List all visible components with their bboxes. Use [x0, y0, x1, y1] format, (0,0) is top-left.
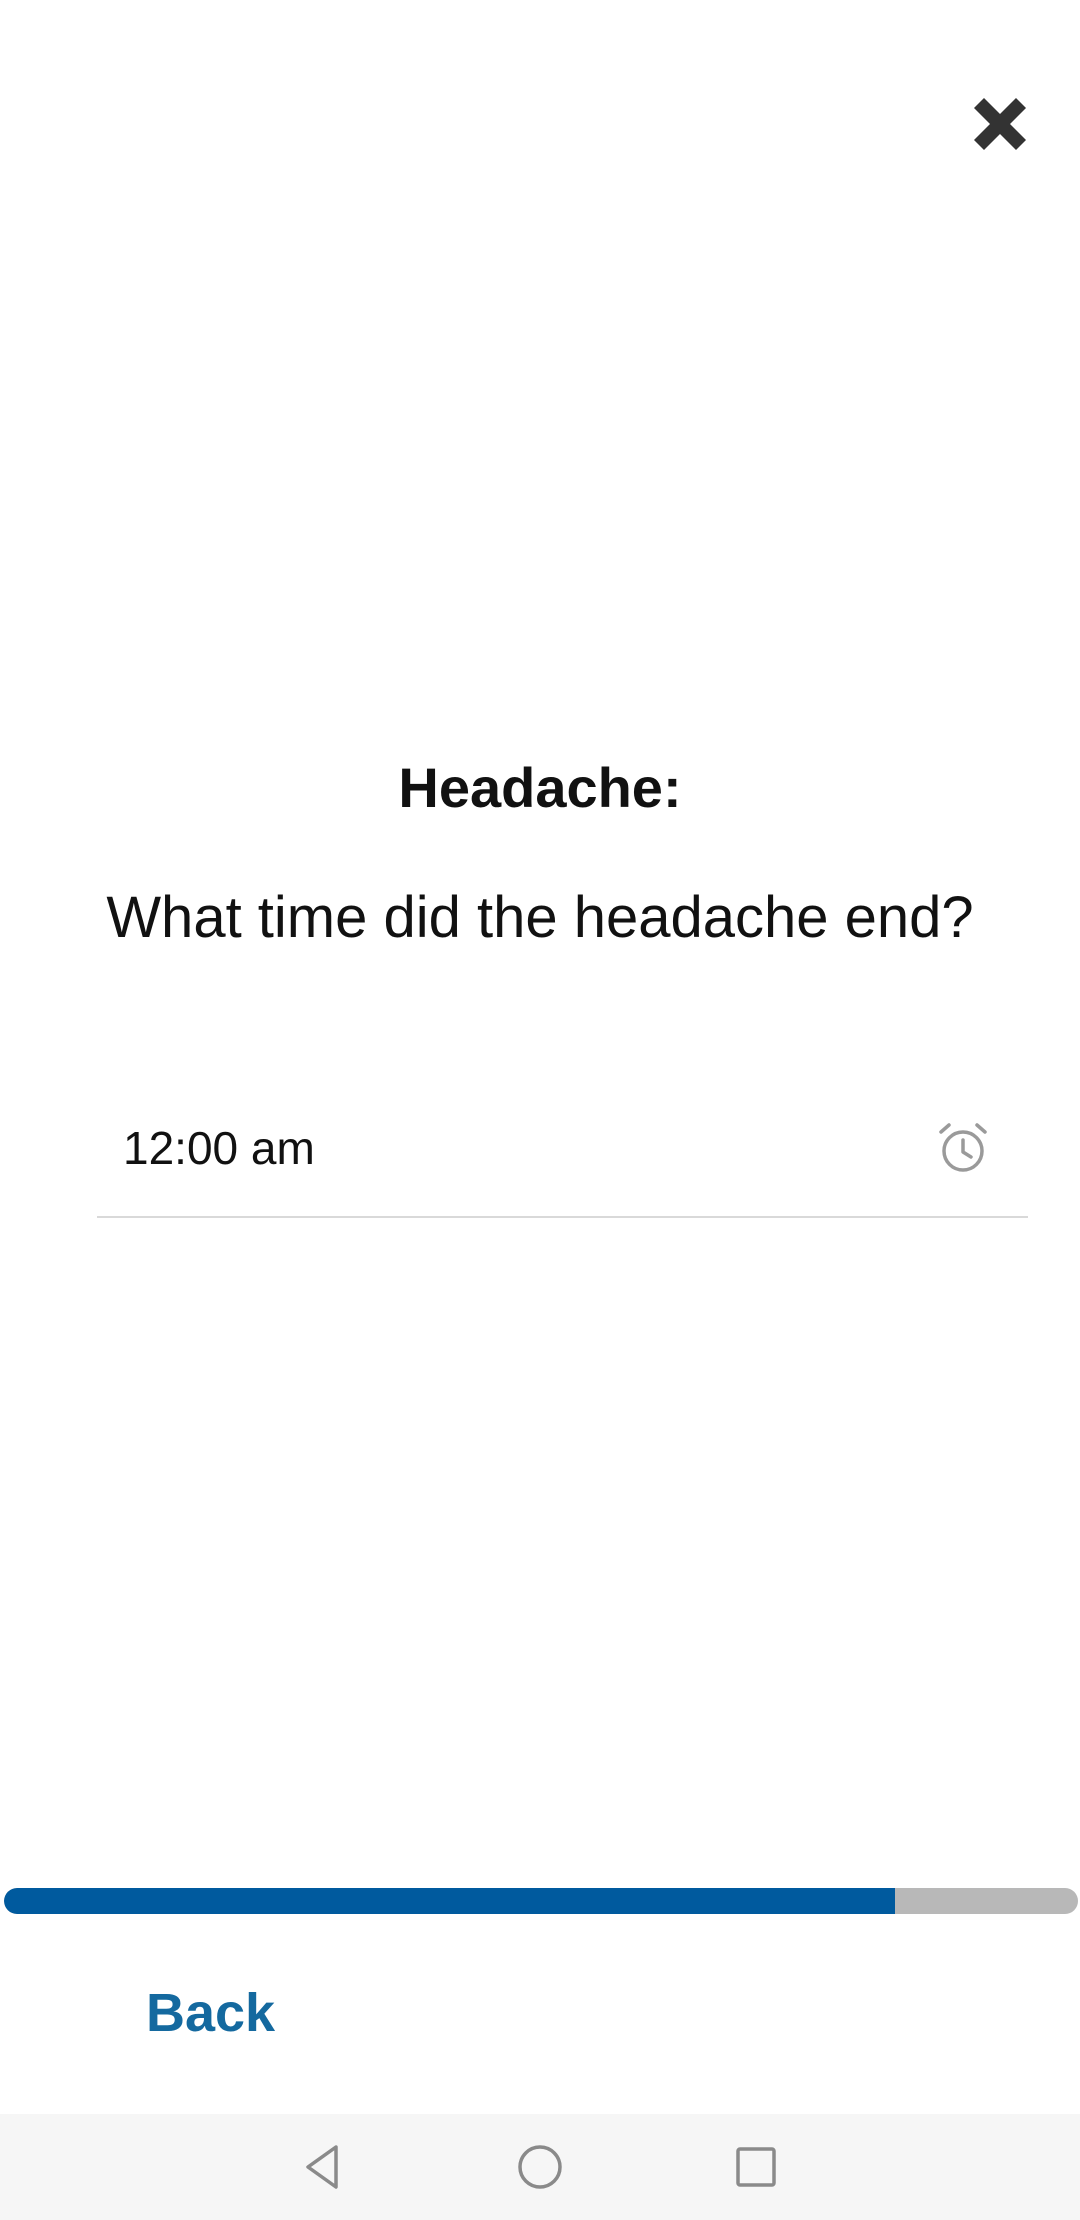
end-time-field[interactable]: 12:00 am — [97, 1100, 1028, 1218]
progress-fill — [4, 1888, 896, 1914]
nav-recents-square-icon[interactable] — [726, 2137, 786, 2197]
close-button[interactable] — [964, 88, 1036, 160]
question-title: Headache: — [398, 756, 682, 819]
time-value: 12:00 am — [123, 1122, 315, 1174]
progress-bar — [4, 1888, 1078, 1914]
back-button[interactable]: Back — [146, 1978, 275, 2048]
nav-back-triangle-icon[interactable] — [294, 2137, 354, 2197]
question-text: What time did the headache end? — [106, 885, 974, 950]
system-navigation-bar — [0, 2114, 1080, 2220]
alarm-clock-icon[interactable] — [935, 1120, 991, 1176]
close-icon — [964, 88, 1036, 160]
nav-home-circle-icon[interactable] — [510, 2137, 570, 2197]
